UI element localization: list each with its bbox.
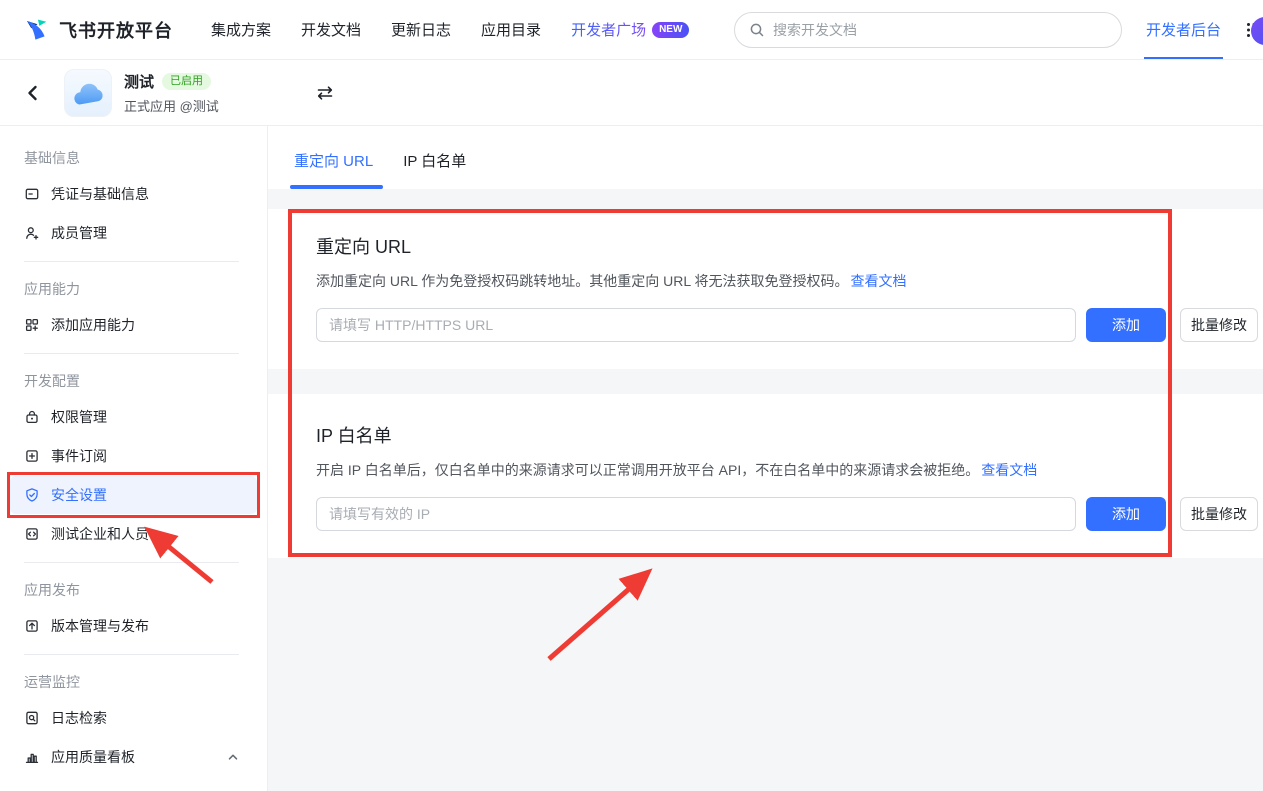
search-box[interactable] xyxy=(734,12,1122,48)
app-header: 测试 已启用 正式应用 @测试 xyxy=(0,60,1263,126)
batch-edit-button[interactable]: 批量修改 xyxy=(1180,497,1258,531)
back-icon[interactable] xyxy=(24,84,42,102)
redirect-url-section: 重定向 URL 添加重定向 URL 作为免登授权码跳转地址。其他重定向 URL … xyxy=(268,209,1263,369)
ip-whitelist-input-row: 添加 批量修改 xyxy=(316,497,1263,531)
view-docs-link[interactable]: 查看文档 xyxy=(981,462,1037,478)
sidebar-item-label: 事件订阅 xyxy=(51,446,107,466)
app-cloud-icon xyxy=(64,69,112,117)
annotation-box-sidebar xyxy=(7,472,260,518)
sidebar-item-label: 应用质量看板 xyxy=(51,747,135,767)
sidebar-item-label: 安全设置 xyxy=(51,485,107,505)
description-text: 开启 IP 白名单后，仅白名单中的来源请求可以正常调用开放平台 API，不在白名… xyxy=(316,462,979,478)
sidebar-item-log-search[interactable]: 日志检索 xyxy=(10,699,257,737)
brand-name: 飞书开放平台 xyxy=(59,17,173,43)
search-icon xyxy=(749,22,765,38)
status-badge: 已启用 xyxy=(162,73,211,90)
redirect-url-input[interactable] xyxy=(316,308,1076,342)
nav-link-developer-console[interactable]: 开发者后台 xyxy=(1144,0,1223,60)
sidebar-item-label: 权限管理 xyxy=(51,407,107,427)
add-button[interactable]: 添加 xyxy=(1086,308,1166,342)
sidebar-item-member-management[interactable]: 成员管理 xyxy=(10,214,257,252)
sidebar-group-operation-monitor: 运营监控 xyxy=(0,664,267,698)
feishu-logo-icon xyxy=(24,18,51,42)
sidebar-divider xyxy=(24,562,239,563)
code-square-icon xyxy=(24,526,40,542)
nav-links: 集成方案 开发文档 更新日志 应用目录 开发者广场 NEW xyxy=(211,19,689,40)
section-description: 开启 IP 白名单后，仅白名单中的来源请求可以正常调用开放平台 API，不在白名… xyxy=(316,460,1263,480)
ip-whitelist-section: IP 白名单 开启 IP 白名单后，仅白名单中的来源请求可以正常调用开放平台 A… xyxy=(268,394,1263,558)
id-card-icon xyxy=(24,186,40,202)
console-label: 开发者后台 xyxy=(1146,19,1221,40)
tab-label: 重定向 URL xyxy=(294,153,373,170)
redirect-url-input-row: 添加 批量修改 xyxy=(316,308,1263,342)
add-button[interactable]: 添加 xyxy=(1086,497,1166,531)
app-title: 测试 xyxy=(124,71,154,92)
section-title: 重定向 URL xyxy=(316,233,1263,259)
publish-arrow-icon xyxy=(24,618,40,634)
switch-app-icon[interactable] xyxy=(315,85,335,101)
sidebar-item-security-settings[interactable]: 安全设置 xyxy=(10,476,257,514)
brand[interactable]: 飞书开放平台 xyxy=(24,17,173,43)
nav-link-changelog[interactable]: 更新日志 xyxy=(391,19,451,40)
nav-link-developer-marketplace[interactable]: 开发者广场 NEW xyxy=(571,19,689,40)
ip-whitelist-input[interactable] xyxy=(316,497,1076,531)
sidebar-item-add-capability[interactable]: 添加应用能力 xyxy=(10,306,257,344)
sidebar-item-label: 测试企业和人员 xyxy=(51,524,149,544)
marketplace-label: 开发者广场 xyxy=(571,19,646,40)
chevron-up-icon[interactable] xyxy=(227,751,239,763)
sidebar-group-dev-config: 开发配置 xyxy=(0,363,267,397)
tab-redirect-url[interactable]: 重定向 URL xyxy=(292,150,375,189)
sidebar-item-label: 成员管理 xyxy=(51,223,107,243)
grid-plus-icon xyxy=(24,317,40,333)
sidebar-item-label: 版本管理与发布 xyxy=(51,616,149,636)
sidebar-item-test-company-users[interactable]: 测试企业和人员 xyxy=(10,515,257,553)
main-content: 重定向 URL IP 白名单 重定向 URL 添加重定向 URL 作为免登授权码… xyxy=(268,126,1263,791)
sidebar-divider xyxy=(24,261,239,262)
sidebar-item-permission-management[interactable]: 权限管理 xyxy=(10,398,257,436)
view-docs-link[interactable]: 查看文档 xyxy=(851,273,907,289)
nav-link-app-directory[interactable]: 应用目录 xyxy=(481,19,541,40)
sidebar-item-label: 添加应用能力 xyxy=(51,315,135,335)
tabbar: 重定向 URL IP 白名单 xyxy=(268,126,1263,189)
active-tab-underline xyxy=(290,185,383,189)
log-search-icon xyxy=(24,710,40,726)
tab-label: IP 白名单 xyxy=(403,153,466,170)
bar-chart-icon xyxy=(24,749,40,765)
top-navbar: 飞书开放平台 集成方案 开发文档 更新日志 应用目录 开发者广场 NEW 开发者… xyxy=(0,0,1263,60)
sidebar-group-app-release: 应用发布 xyxy=(0,572,267,606)
app-meta: 测试 已启用 正式应用 @测试 xyxy=(124,71,219,115)
sidebar-divider xyxy=(24,654,239,655)
sidebar-group-app-capability: 应用能力 xyxy=(0,271,267,305)
app-subtitle: 正式应用 @测试 xyxy=(124,96,219,115)
sidebar-item-label: 日志检索 xyxy=(51,708,107,728)
section-description: 添加重定向 URL 作为免登授权码跳转地址。其他重定向 URL 将无法获取免登授… xyxy=(316,271,1263,291)
section-title: IP 白名单 xyxy=(316,422,1263,448)
shield-check-icon xyxy=(24,487,40,503)
batch-edit-button[interactable]: 批量修改 xyxy=(1180,308,1258,342)
nav-link-integration[interactable]: 集成方案 xyxy=(211,19,271,40)
sidebar: 基础信息 凭证与基础信息 成员管理 应用能力 xyxy=(0,126,268,791)
sidebar-item-event-subscription[interactable]: 事件订阅 xyxy=(10,437,257,475)
active-nav-underline xyxy=(1144,57,1223,60)
plus-square-icon xyxy=(24,448,40,464)
page: 飞书开放平台 集成方案 开发文档 更新日志 应用目录 开发者广场 NEW 开发者… xyxy=(0,0,1263,791)
spacer xyxy=(268,189,1263,209)
spacer xyxy=(268,369,1263,394)
new-badge: NEW xyxy=(652,22,689,38)
sidebar-item-app-quality-dashboard[interactable]: 应用质量看板 xyxy=(10,738,257,776)
member-add-icon xyxy=(24,225,40,241)
tab-ip-whitelist[interactable]: IP 白名单 xyxy=(401,150,468,189)
sidebar-item-version-management[interactable]: 版本管理与发布 xyxy=(10,607,257,645)
sidebar-group-basic-info: 基础信息 xyxy=(0,140,267,174)
lock-icon xyxy=(24,409,40,425)
description-text: 添加重定向 URL 作为免登授权码跳转地址。其他重定向 URL 将无法获取免登授… xyxy=(316,273,849,289)
sidebar-item-credentials[interactable]: 凭证与基础信息 xyxy=(10,175,257,213)
sidebar-item-label: 凭证与基础信息 xyxy=(51,184,149,204)
nav-link-docs[interactable]: 开发文档 xyxy=(301,19,361,40)
sidebar-divider xyxy=(24,353,239,354)
search-input[interactable] xyxy=(773,22,1107,38)
